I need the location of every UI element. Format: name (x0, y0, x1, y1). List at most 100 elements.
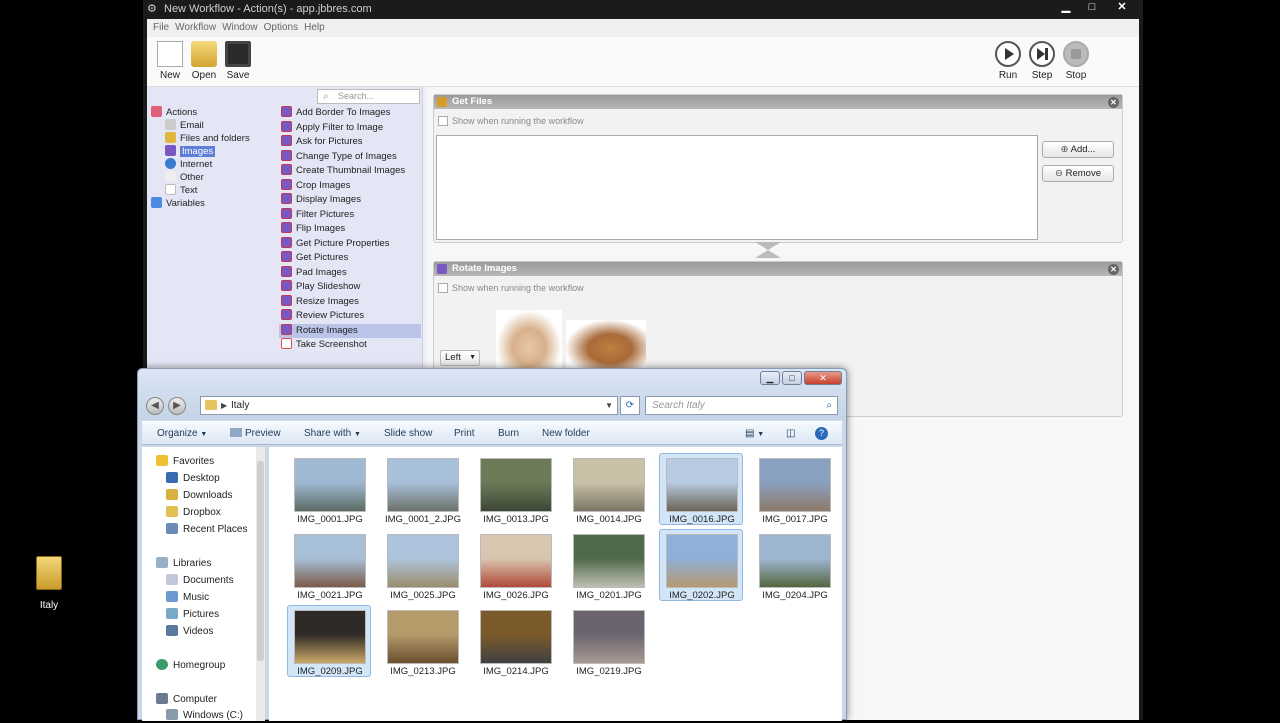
step-button[interactable]: Step (1025, 39, 1059, 81)
maximize-button[interactable]: □ (1079, 0, 1105, 16)
checkbox[interactable] (438, 283, 448, 293)
burn-button[interactable]: Burn (498, 428, 519, 439)
nav-homegroup[interactable]: Homegroup (156, 659, 225, 673)
help-icon[interactable]: ? (815, 427, 828, 440)
minimize-button[interactable]: ▁ (760, 371, 780, 385)
category-text[interactable]: Text (165, 184, 197, 197)
action-review-pictures[interactable]: Review Pictures (279, 309, 421, 323)
action-rotate-images[interactable]: Rotate Images (279, 323, 421, 338)
scrollbar-thumb[interactable] (257, 461, 264, 661)
action-filter-pictures[interactable]: Filter Pictures (279, 207, 421, 222)
nav-libraries[interactable]: Libraries (156, 557, 211, 571)
menu-file[interactable]: File (153, 22, 169, 33)
maximize-button[interactable]: □ (782, 371, 802, 385)
category-actions[interactable]: Actions (151, 106, 197, 119)
action-play-slideshow[interactable]: Play Slideshow (279, 280, 421, 294)
new-folder-button[interactable]: New folder (542, 428, 590, 439)
menu-options[interactable]: Options (264, 22, 298, 33)
action-pad-images[interactable]: Pad Images (279, 265, 421, 280)
nav-videos[interactable]: Videos (166, 625, 213, 639)
action-resize-images[interactable]: Resize Images (279, 294, 421, 309)
back-button[interactable]: ◀ (146, 397, 164, 415)
print-button[interactable]: Print (454, 428, 475, 439)
address-bar[interactable]: ▶ Italy ▼ (200, 396, 618, 415)
action-create-thumbnail[interactable]: Create Thumbnail Images (279, 164, 421, 178)
file-tile[interactable]: IMG_0201.JPG (566, 529, 650, 601)
menu-help[interactable]: Help (304, 22, 325, 33)
action-get-pictures[interactable]: Get Pictures (279, 251, 421, 265)
file-tile[interactable]: IMG_0001.JPG (287, 453, 371, 525)
close-icon[interactable]: ✕ (1108, 97, 1119, 108)
action-change-type[interactable]: Change Type of Images (279, 149, 421, 164)
category-other[interactable]: Other (165, 171, 204, 184)
nav-computer[interactable]: Computer (156, 693, 217, 707)
file-tile[interactable]: IMG_0025.JPG (380, 529, 464, 601)
action-take-screenshot[interactable]: Take Screenshot (279, 338, 421, 352)
nav-documents[interactable]: Documents (166, 574, 234, 588)
slide-show-button[interactable]: Slide show (384, 428, 432, 439)
action-get-picture-properties[interactable]: Get Picture Properties (279, 236, 421, 251)
navigation-scrollbar[interactable] (256, 447, 265, 721)
show-when-running-option[interactable]: Show when running the workflow (438, 282, 1122, 294)
menu-workflow[interactable]: Workflow (175, 22, 216, 33)
file-tile[interactable]: IMG_0209.JPG (287, 605, 371, 677)
file-tile[interactable]: IMG_0214.JPG (473, 605, 557, 677)
action-crop-images[interactable]: Crop Images (279, 178, 421, 193)
close-icon[interactable]: ✕ (1108, 264, 1119, 275)
file-tile[interactable]: IMG_0014.JPG (566, 453, 650, 525)
explorer-search-input[interactable]: Search Italy ⌕ (645, 396, 838, 415)
new-button[interactable]: New (153, 39, 187, 81)
share-with-button[interactable]: Share with ▼ (304, 428, 361, 439)
action-add-border[interactable]: Add Border To Images (279, 106, 421, 120)
nav-desktop[interactable]: Desktop (166, 472, 220, 486)
nav-favorites[interactable]: Favorites (156, 455, 214, 469)
file-tile[interactable]: IMG_0017.JPG (752, 453, 836, 525)
nav-dropbox[interactable]: Dropbox (166, 506, 221, 520)
desktop-icon-italy[interactable]: Italy (28, 556, 70, 611)
minimize-button[interactable]: ▁ (1053, 0, 1079, 16)
category-internet[interactable]: Internet (165, 158, 212, 171)
file-tile[interactable]: IMG_0001_2.JPG (380, 453, 464, 525)
menu-window[interactable]: Window (222, 22, 258, 33)
category-variables[interactable]: Variables (151, 197, 205, 210)
file-tile[interactable]: IMG_0021.JPG (287, 529, 371, 601)
remove-button[interactable]: ⊖ Remove (1042, 165, 1114, 182)
action-search-input[interactable]: ⌕ Search... (317, 89, 420, 104)
category-images[interactable]: Images (165, 145, 216, 158)
nav-windows-drive[interactable]: Windows (C:) (166, 709, 243, 723)
refresh-button[interactable]: ⟳ (620, 396, 640, 415)
file-tile[interactable]: IMG_0016.JPG (659, 453, 743, 525)
run-button[interactable]: Run (991, 39, 1025, 81)
rotation-direction-select[interactable]: Left ▼ (440, 350, 480, 366)
nav-music[interactable]: Music (166, 591, 209, 605)
organize-button[interactable]: Organize ▼ (157, 428, 207, 439)
close-button[interactable]: ✕ (804, 371, 842, 385)
file-tile[interactable]: IMG_0013.JPG (473, 453, 557, 525)
save-button[interactable]: Save (221, 39, 255, 81)
chevron-down-icon[interactable]: ▼ (605, 397, 613, 414)
close-button[interactable]: ✕ (1109, 0, 1135, 16)
checkbox[interactable] (438, 116, 448, 126)
change-view-icon[interactable]: ▤ ▼ (745, 428, 764, 439)
file-tile[interactable]: IMG_0026.JPG (473, 529, 557, 601)
category-email[interactable]: Email (165, 119, 204, 132)
action-apply-filter[interactable]: Apply Filter to Image (279, 120, 421, 135)
category-files-and-folders[interactable]: Files and folders (165, 132, 250, 145)
stop-button[interactable]: Stop (1059, 39, 1093, 81)
file-tile[interactable]: IMG_0213.JPG (380, 605, 464, 677)
preview-button[interactable]: Preview (230, 428, 281, 439)
file-tile[interactable]: IMG_0204.JPG (752, 529, 836, 601)
action-ask-for-pictures[interactable]: Ask for Pictures (279, 135, 421, 149)
file-tile[interactable]: IMG_0202.JPG (659, 529, 743, 601)
action-flip-images[interactable]: Flip Images (279, 222, 421, 236)
file-tile[interactable]: IMG_0219.JPG (566, 605, 650, 677)
nav-recent-places[interactable]: Recent Places (166, 523, 247, 537)
action-display-images[interactable]: Display Images (279, 193, 421, 207)
open-button[interactable]: Open (187, 39, 221, 81)
add-button[interactable]: ⊕ Add... (1042, 141, 1114, 158)
nav-downloads[interactable]: Downloads (166, 489, 232, 503)
nav-pictures[interactable]: Pictures (166, 608, 219, 622)
show-when-running-option[interactable]: Show when running the workflow (438, 115, 1122, 127)
file-list-box[interactable] (436, 135, 1038, 240)
forward-button[interactable]: ▶ (168, 397, 186, 415)
